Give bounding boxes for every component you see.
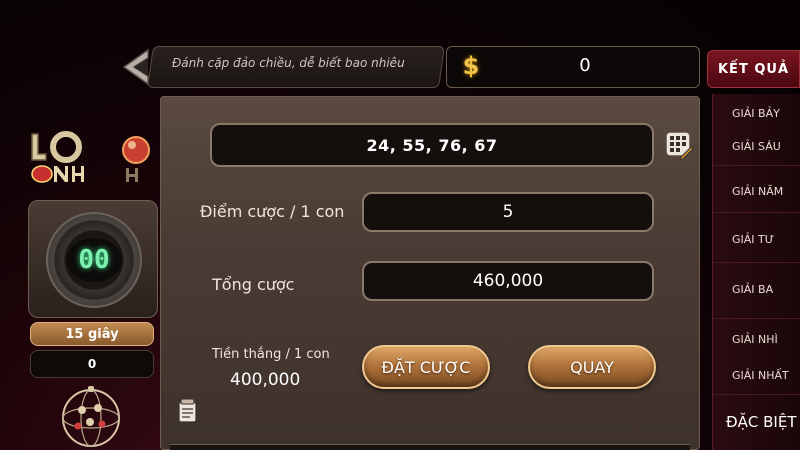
panel-bottom-edge bbox=[170, 444, 690, 450]
result-item-dac-biet[interactable]: ĐẶC BIỆT bbox=[712, 413, 800, 431]
result-item-giai-nhat[interactable]: GIẢI NHẤT bbox=[712, 369, 800, 382]
result-item-giai-nam[interactable]: GIẢI NĂM bbox=[712, 185, 800, 198]
result-item-giai-ba[interactable]: GIẢI BA bbox=[712, 283, 800, 296]
balance-value: 0 bbox=[579, 55, 591, 76]
points-input[interactable]: 5 bbox=[362, 192, 654, 232]
result-item-giai-sau[interactable]: GIẢI SÁU bbox=[712, 140, 800, 153]
page-title: Đánh cặp đảo chiều, dễ biết bao nhiêu bbox=[172, 56, 405, 70]
notepad-icon[interactable] bbox=[176, 398, 200, 424]
win-value: 400,000 bbox=[230, 370, 301, 390]
result-item-giai-nhi[interactable]: GIẢI NHÌ bbox=[712, 333, 800, 346]
points-label: Điểm cược / 1 con bbox=[200, 202, 345, 221]
divider bbox=[712, 318, 800, 319]
keypad-edit-icon[interactable] bbox=[664, 130, 694, 160]
game-screen: Đánh cặp đảo chiều, dễ biết bao nhiêu $ … bbox=[0, 0, 800, 450]
spin-button[interactable]: QUAY bbox=[528, 345, 656, 389]
player-count: 0 bbox=[30, 350, 154, 378]
game-logo bbox=[31, 131, 84, 183]
selected-numbers-field[interactable]: 24, 55, 76, 67 bbox=[210, 123, 654, 167]
lottery-ball-icon bbox=[122, 136, 150, 182]
result-item-giai-bay[interactable]: GIẢI BẢY bbox=[712, 107, 800, 120]
place-bet-button[interactable]: ĐẶT CƯỢC bbox=[362, 345, 490, 389]
divider bbox=[712, 262, 800, 263]
divider bbox=[712, 394, 800, 395]
lottery-cage-icon bbox=[62, 386, 120, 447]
divider bbox=[712, 212, 800, 213]
total-label: Tổng cược bbox=[212, 275, 295, 294]
divider bbox=[712, 165, 800, 166]
results-button[interactable]: KẾT QUẢ bbox=[707, 50, 800, 88]
total-input[interactable]: 460,000 bbox=[362, 261, 654, 301]
dollar-icon: $ bbox=[462, 52, 480, 80]
result-item-giai-tu[interactable]: GIẢI TƯ bbox=[712, 233, 800, 246]
countdown-display: 00 bbox=[66, 238, 122, 282]
timer-seconds-label: 15 giây bbox=[30, 322, 154, 346]
win-label: Tiền thắng / 1 con bbox=[212, 347, 330, 362]
